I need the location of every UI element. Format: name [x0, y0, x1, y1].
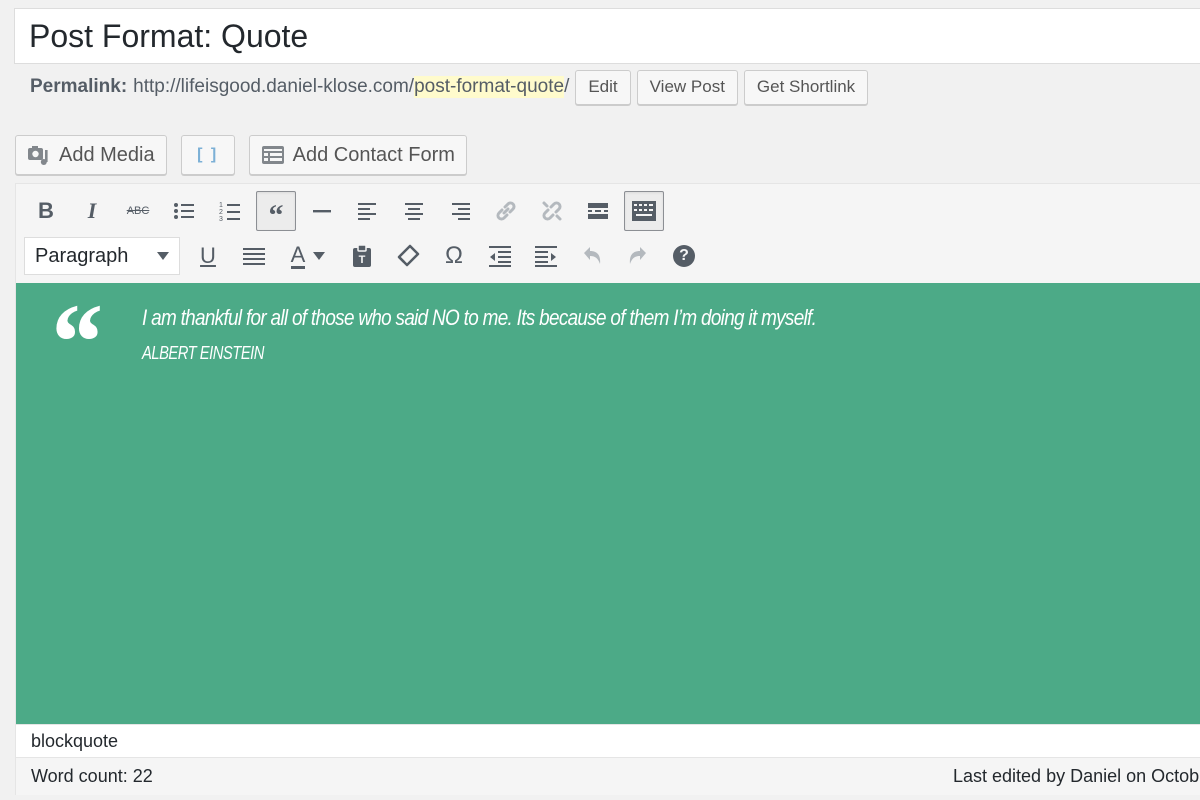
post-title-field[interactable] [14, 8, 1200, 64]
add-contact-form-button[interactable]: Add Contact Form [248, 135, 467, 175]
paste-as-text-button[interactable]: T [342, 236, 382, 276]
element-path-blockquote[interactable]: blockquote [31, 731, 118, 752]
get-shortlink-button[interactable]: Get Shortlink [743, 69, 869, 105]
text-color-button[interactable]: A [280, 236, 336, 276]
post-title-input[interactable] [15, 9, 1200, 63]
horizontal-line-button[interactable] [302, 191, 342, 231]
indent-button[interactable] [526, 236, 566, 276]
justify-icon [242, 246, 266, 266]
permalink-row: Permalink: http://lifeisgood.daniel-klos… [30, 69, 869, 105]
read-more-button[interactable] [578, 191, 618, 231]
redo-button[interactable] [618, 236, 658, 276]
clear-formatting-button[interactable] [388, 236, 428, 276]
svg-text:T: T [359, 254, 366, 266]
clipboard-icon: T [351, 244, 373, 268]
permalink-label: Permalink: [30, 76, 128, 97]
permalink-slug[interactable]: post-format-quote [414, 76, 565, 98]
keyboard-icon [631, 200, 657, 222]
shortcode-bracket-icon: [ ] [197, 146, 219, 163]
underline-button[interactable]: U [188, 236, 228, 276]
underline-icon: U [200, 243, 216, 268]
undo-button[interactable] [572, 236, 612, 276]
remove-link-button[interactable] [532, 191, 572, 231]
read-more-icon [587, 201, 609, 221]
insert-link-button[interactable] [486, 191, 526, 231]
format-select-value: Paragraph [35, 244, 129, 267]
blockquote-text: I am thankful for all of those who said … [142, 305, 817, 330]
strikethrough-icon: ABC [126, 205, 150, 217]
numbered-list-icon: 123 [219, 200, 241, 222]
add-media-button[interactable]: Add Media [15, 135, 167, 175]
add-media-label: Add Media [59, 143, 155, 166]
word-count: Word count: 22 [31, 766, 153, 786]
text-color-icon: A [290, 241, 306, 269]
view-post-button[interactable]: View Post [636, 69, 738, 105]
outdent-icon [488, 245, 512, 267]
chevron-down-icon [157, 252, 169, 260]
omega-icon: Ω [445, 242, 463, 269]
edit-permalink-button[interactable]: Edit [575, 69, 631, 105]
toolbar-toggle-button[interactable] [624, 191, 664, 231]
undo-icon [580, 244, 604, 268]
svg-text:2: 2 [219, 209, 223, 216]
align-left-button[interactable] [348, 191, 388, 231]
quote-mark-icon: “ [46, 281, 101, 403]
editor-footer: Word count: 22 Last edited by Daniel on … [16, 757, 1200, 795]
align-center-icon [403, 201, 425, 221]
link-icon [494, 199, 518, 223]
bold-icon: B [38, 198, 54, 223]
numbered-list-button[interactable]: 123 [210, 191, 250, 231]
eraser-icon [396, 244, 420, 268]
form-icon [261, 145, 285, 165]
bulleted-list-icon [173, 201, 195, 221]
align-center-button[interactable] [394, 191, 434, 231]
special-character-button[interactable]: Ω [434, 236, 474, 276]
element-path-bar: blockquote [16, 724, 1200, 757]
bulleted-list-button[interactable] [164, 191, 204, 231]
redo-icon [626, 244, 650, 268]
text-color-chevron-icon [313, 252, 326, 260]
svg-text:3: 3 [219, 216, 223, 222]
bold-button[interactable]: B [26, 191, 66, 231]
paragraph-format-select[interactable]: Paragraph [24, 237, 180, 275]
unlink-icon [540, 199, 564, 223]
blockquote-citation: ALBERT EINSTEIN [142, 343, 264, 363]
editor-toolbar-row-1: B I ABC 123 “ [26, 191, 670, 231]
align-right-icon [449, 201, 471, 221]
add-contact-form-label: Add Contact Form [292, 143, 455, 166]
horizontal-line-icon [312, 209, 332, 213]
help-icon: ? [673, 245, 695, 267]
post-editor: B I ABC 123 “ Paragraph U A T Ω ? “ I am [15, 183, 1200, 795]
media-buttons: Add Media [ ] Add Contact Form [15, 135, 467, 175]
permalink-trailing-slash: / [564, 76, 570, 97]
align-left-icon [357, 201, 379, 221]
outdent-button[interactable] [480, 236, 520, 276]
permalink-base-url: http://lifeisgood.daniel-klose.com/ [133, 76, 415, 97]
editor-content-area[interactable]: “ I am thankful for all of those who sai… [16, 283, 1200, 724]
svg-text:1: 1 [219, 202, 223, 209]
camera-music-icon [27, 143, 51, 167]
last-edited-info: Last edited by Daniel on Octob [953, 766, 1200, 786]
editor-toolbar-row-2: Paragraph U A T Ω ? [24, 236, 710, 276]
blockquote-button[interactable]: “ [256, 191, 296, 231]
italic-icon: I [87, 198, 97, 223]
blockquote-icon: “ [268, 199, 284, 232]
help-button[interactable]: ? [664, 236, 704, 276]
italic-button[interactable]: I [72, 191, 112, 231]
strikethrough-button[interactable]: ABC [118, 191, 158, 231]
indent-icon [534, 245, 558, 267]
align-right-button[interactable] [440, 191, 480, 231]
shortcode-button[interactable]: [ ] [180, 135, 235, 175]
justify-button[interactable] [234, 236, 274, 276]
